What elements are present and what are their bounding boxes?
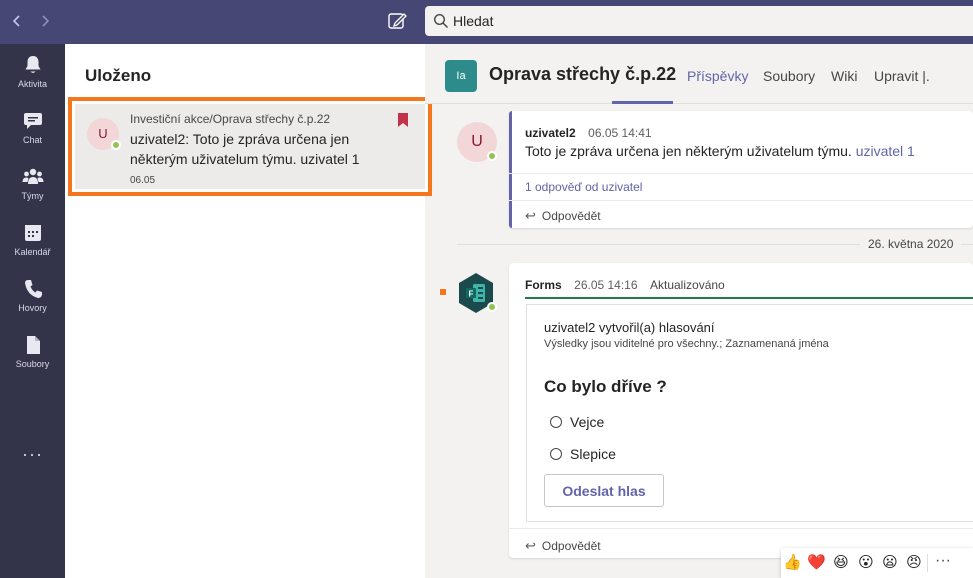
poll-question: Co bylo dříve ? [544, 377, 667, 396]
team-avatar: Ia [445, 60, 477, 92]
rail-item-calls[interactable]: Hovory [0, 278, 65, 328]
message-author[interactable]: uzivatel2 [525, 126, 576, 140]
more-options-icon[interactable]: ··· [935, 552, 951, 570]
saved-panel: Uloženo U Investiční akce/Oprava střechy… [65, 44, 432, 578]
poll-visibility-text: Výsledky jsou viditelné pro všechny.; Za… [544, 338, 829, 350]
presence-available-icon [487, 151, 497, 161]
rail-label: Kalendář [14, 247, 51, 257]
rail-item-chat[interactable]: Chat [0, 110, 65, 160]
submit-vote-button[interactable]: Odeslat hlas [544, 474, 664, 507]
calendar-icon [24, 225, 41, 241]
saved-title: Uloženo [85, 66, 152, 85]
saved-item-body: U Investiční akce/Oprava střechy č.p.22 … [75, 104, 425, 189]
rail-label: Aktivita [17, 79, 47, 89]
rail-label: Chat [22, 135, 42, 145]
tab-files[interactable]: Soubory [763, 68, 815, 84]
rail-label: Soubory [15, 359, 50, 369]
sad-reaction-icon[interactable]: 😦 [881, 554, 899, 572]
channel-title: Oprava střechy č.p.22 [489, 64, 677, 84]
reply-arrow-icon: ↩ [525, 208, 536, 223]
search-icon [433, 13, 449, 29]
more-apps-icon[interactable]: ··· [0, 444, 65, 465]
file-icon [26, 336, 40, 354]
saved-item-channel: Investiční akce/Oprava střechy č.p.22 [130, 112, 331, 126]
tab-edit[interactable]: Upravit |. [874, 68, 930, 84]
rail-label: Týmy [21, 191, 44, 201]
poll-option-label: Slepice [570, 445, 616, 462]
saved-item-message: uzivatel2: Toto je zpráva určena jen něk… [130, 131, 360, 167]
saved-item[interactable]: U Investiční akce/Oprava střechy č.p.22 … [68, 97, 432, 196]
saved-item-time: 06.05 [130, 175, 156, 186]
mention-link[interactable]: uzivatel 1 [856, 143, 915, 159]
card-top-border [525, 297, 973, 299]
poll-option-slepice[interactable]: Slepice [550, 445, 616, 463]
search-box[interactable] [425, 6, 973, 36]
rail-item-calendar[interactable]: Kalendář [0, 222, 65, 272]
reply-label: Odpovědět [541, 539, 601, 553]
edited-status: Aktualizováno [650, 278, 725, 292]
bell-icon [25, 56, 40, 73]
rail-label: Hovory [18, 303, 47, 313]
presence-available-icon [111, 140, 121, 150]
message-time: 06.05 14:41 [588, 126, 652, 140]
app-rail: Aktivita Chat Týmy Kalendář Hovory Soubo… [0, 44, 65, 578]
message-body: Toto je zpráva určena jen některým uživa… [525, 143, 852, 159]
bookmark-icon[interactable] [397, 112, 409, 128]
surprised-reaction-icon[interactable]: 😮 [857, 554, 875, 572]
search-input[interactable] [453, 6, 953, 36]
rail-item-teams[interactable]: Týmy [0, 166, 65, 216]
tab-wiki[interactable]: Wiki [831, 68, 857, 84]
poll-card: uzivatel2 vytvořil(a) hlasování Výsledky… [526, 304, 973, 522]
radio-button[interactable] [550, 415, 562, 428]
divider [509, 200, 973, 201]
reactions-bar: 👍 ❤️ 😆 😮 😦 😠 ··· [781, 548, 973, 578]
reply-button[interactable]: ↩ Odpovědět [525, 207, 601, 225]
heart-reaction-icon[interactable]: ❤️ [807, 554, 826, 572]
rail-item-files[interactable]: Soubory [0, 334, 65, 384]
teams-icon [22, 168, 43, 184]
angry-reaction-icon[interactable]: 😠 [905, 554, 923, 572]
message-time: 26.05 14:16 [574, 278, 638, 292]
date-separator: 26. května 2020 [860, 237, 962, 251]
back-arrow-icon[interactable] [7, 10, 27, 32]
poll-option-label: Vejce [570, 413, 605, 430]
divider [927, 554, 928, 572]
mention-accent-bar [509, 111, 512, 228]
phone-icon [24, 280, 42, 298]
rail-item-activity[interactable]: Aktivita [0, 54, 65, 104]
radio-button[interactable] [550, 447, 562, 460]
divider [509, 173, 973, 174]
reply-button[interactable]: ↩ Odpovědět [525, 537, 601, 555]
message-text: Toto je zpráva určena jen některým uživa… [525, 143, 965, 159]
divider [509, 528, 973, 529]
forward-arrow-icon[interactable] [35, 10, 55, 32]
tab-posts[interactable]: Příspěvky [687, 68, 748, 84]
compose-icon[interactable] [386, 10, 408, 32]
channel-header: Ia Oprava střechy č.p.22 Příspěvky Soubo… [425, 44, 973, 104]
reply-arrow-icon: ↩ [525, 538, 536, 553]
reply-label: Odpovědět [541, 209, 601, 223]
message-author[interactable]: Forms [525, 278, 562, 292]
like-reaction-icon[interactable]: 👍 [783, 554, 802, 572]
replies-link[interactable]: 1 odpověď od uzivatel [525, 180, 642, 194]
chat-icon [23, 113, 42, 129]
poll-created-text: uzivatel2 vytvořil(a) hlasování [544, 320, 715, 335]
svg-text:F: F [469, 290, 474, 299]
active-tab-indicator [612, 101, 673, 104]
top-bar [0, 0, 973, 44]
poll-option-vejce[interactable]: Vejce [550, 413, 604, 431]
laugh-reaction-icon[interactable]: 😆 [832, 554, 850, 572]
unread-indicator [440, 289, 446, 295]
presence-available-icon [487, 302, 497, 312]
message-card: uzivatel2 06.05 14:41 Toto je zpráva urč… [509, 111, 973, 228]
